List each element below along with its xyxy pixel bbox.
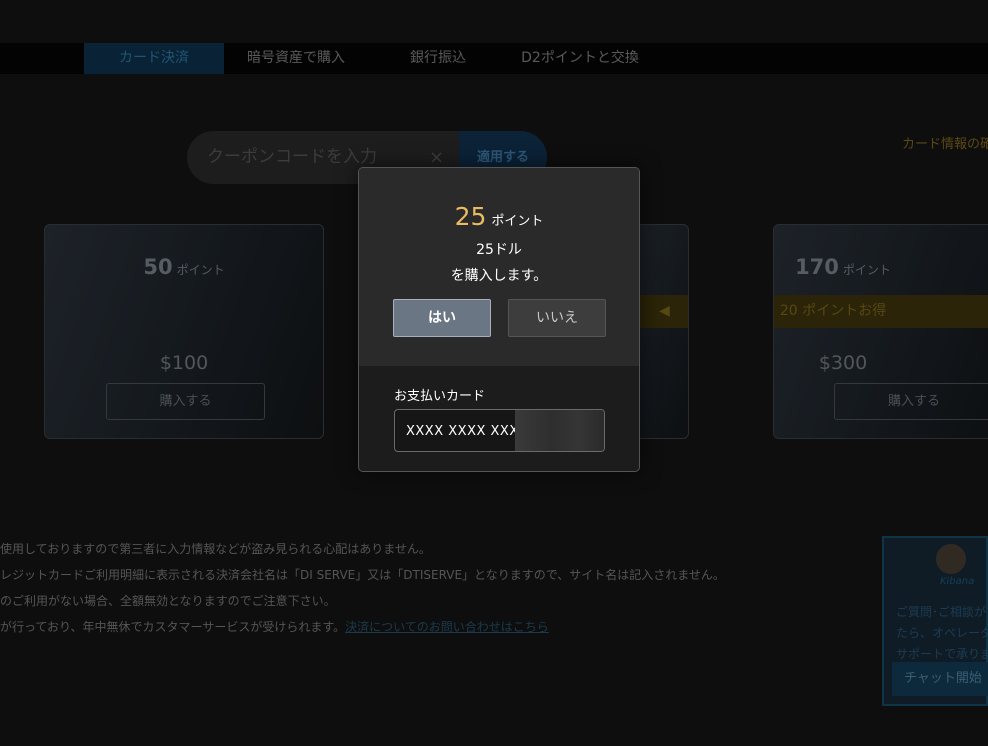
- payment-card-label: お支払いカード: [394, 389, 486, 404]
- chat-widget-text: ご質問･ご相談が たら、オペレータ サポートで承りま: [896, 605, 988, 661]
- tab-d2-points[interactable]: D2ポイントと交換: [510, 43, 650, 74]
- payment-card-select[interactable]: XXXX XXXX XXXX: [394, 409, 605, 452]
- payment-tabs: カード決済 暗号資産で購入 銀行振込 D2ポイントと交換: [0, 43, 988, 74]
- buy-button-170[interactable]: 購入する: [834, 383, 988, 420]
- package-card-50: 50 ポイント $100 購入する: [44, 224, 324, 439]
- package-price: $300: [818, 352, 868, 374]
- package-price: $100: [159, 352, 209, 374]
- card-info-link[interactable]: カード情報の確: [902, 133, 988, 152]
- buy-button-50[interactable]: 購入する: [106, 383, 265, 420]
- package-bonus: 20 ポイントお得: [774, 295, 988, 328]
- note-line: 使用しておりますので第三者に入力情報などが盗み見られる心配はありません。: [0, 542, 431, 556]
- package-points: 170 ポイント: [795, 255, 891, 279]
- chat-support-widget[interactable]: Kibana ご質問･ご相談が たら、オペレータ サポートで承りま チャット開始: [882, 536, 988, 706]
- package-points: 50 ポイント: [143, 255, 225, 279]
- coupon-input[interactable]: クーポンコードを入力: [207, 131, 377, 184]
- tab-card-payment[interactable]: カード決済: [84, 43, 224, 74]
- operator-avatar: [936, 544, 966, 574]
- card-number-mask: [515, 410, 604, 451]
- no-button[interactable]: いいえ: [508, 299, 606, 337]
- payment-inquiry-link[interactable]: 決済についてのお問い合わせはこちら: [345, 620, 549, 634]
- chat-start-button[interactable]: チャット開始: [892, 662, 988, 696]
- purchase-confirm-dialog: 25 ポイント 25ドル を購入します。 はい いいえ お支払いカード XXXX …: [358, 167, 640, 472]
- purchase-confirm-text: を購入します。: [450, 268, 548, 284]
- note-line: のご利用がない場合、全額無効となりますのでご注意下さい。: [0, 594, 336, 608]
- arrow-icon: ◀: [659, 303, 670, 319]
- package-card-170: 170 ポイント 20 ポイントお得 $300 購入する: [773, 224, 988, 439]
- yes-button[interactable]: はい: [393, 299, 491, 337]
- purchase-price: 25ドル: [476, 242, 522, 258]
- dialog-header: 25 ポイント 25ドル を購入します。 はい いいえ: [359, 168, 639, 366]
- widget-badge: Kibana: [940, 576, 975, 587]
- card-number: XXXX XXXX XXXX: [406, 424, 529, 439]
- tab-crypto[interactable]: 暗号資産で購入: [228, 43, 364, 74]
- note-line: レジットカードご利用明細に表示される決済会社名は「DI SERVE」又は「DTI…: [0, 568, 725, 582]
- tab-bank-transfer[interactable]: 銀行振込: [376, 43, 500, 74]
- note-line: が行っており、年中無休でカスタマーサービスが受けられます。決済についてのお問い合…: [0, 620, 549, 634]
- purchase-points: 25 ポイント: [454, 202, 544, 231]
- payment-notes: 使用しておりますので第三者に入力情報などが盗み見られる心配はありません。 レジッ…: [0, 536, 725, 640]
